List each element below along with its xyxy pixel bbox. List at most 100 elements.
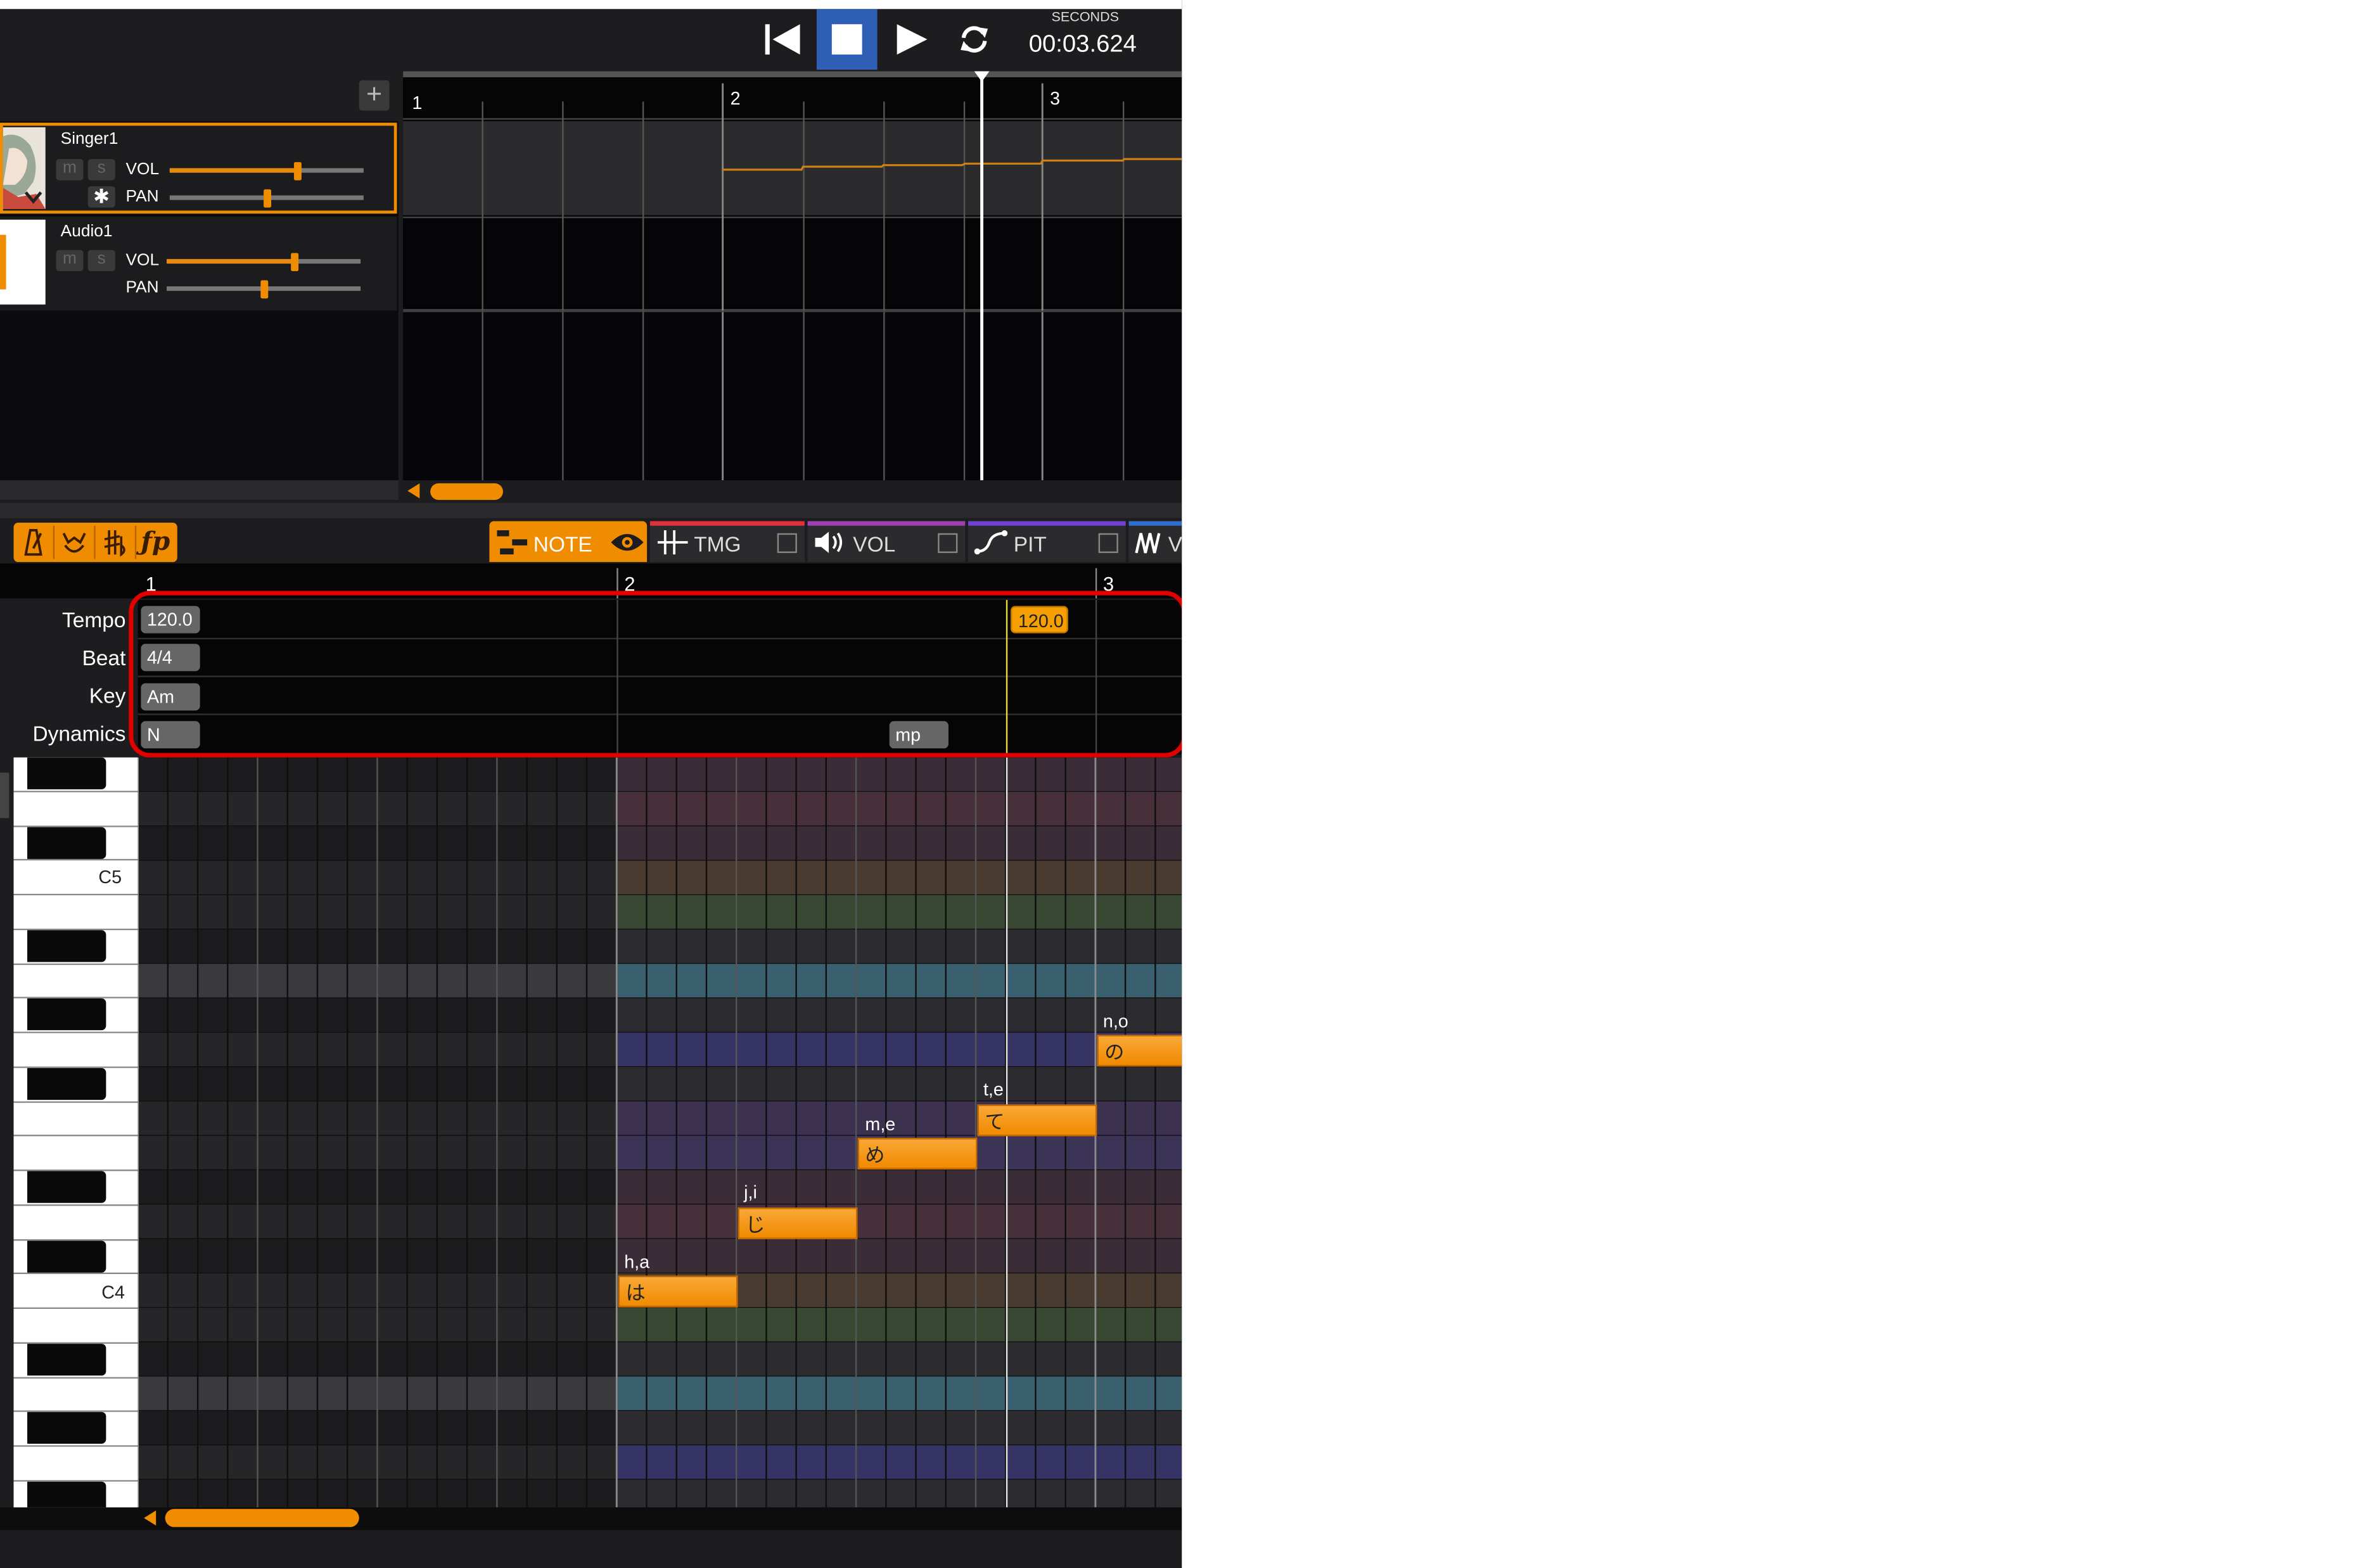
black-key[interactable] <box>27 1344 106 1376</box>
pane-divider[interactable] <box>0 502 1182 518</box>
play-icon[interactable] <box>895 23 929 56</box>
track-settings-icon[interactable]: ✱ <box>87 186 115 208</box>
tab-vol[interactable]: VOL <box>807 521 966 563</box>
tab-v[interactable]: V <box>1128 521 1182 563</box>
note-block[interactable]: め <box>857 1137 978 1170</box>
arrangement-view[interactable]: 1 2 3 <box>403 71 1182 481</box>
pan-label: PAN <box>125 188 159 207</box>
rewind-icon[interactable] <box>765 23 802 56</box>
note-block[interactable]: じ <box>738 1207 858 1240</box>
white-key[interactable] <box>13 1446 138 1482</box>
tab-tmg[interactable]: TMG <box>649 521 805 563</box>
piano-roll[interactable]: h,a は j,i じ m,e め t,e て n,o の <box>137 757 1182 1508</box>
screenshot-stage: SECONDS 00:03.624 + Singer1 m s ✱ VOL PA… <box>0 0 2365 1568</box>
overview-grid <box>403 83 1182 481</box>
time-display: 00:03.624 <box>1028 32 1137 58</box>
note-block[interactable]: て <box>977 1104 1097 1137</box>
scroll-left-icon[interactable] <box>144 1510 156 1526</box>
roll-scrollbar[interactable] <box>0 1507 1182 1531</box>
white-key[interactable] <box>13 1205 138 1240</box>
stop-icon <box>831 24 862 55</box>
playhead-marker-icon[interactable] <box>974 71 990 83</box>
stop-button[interactable] <box>816 9 878 70</box>
tab-pit[interactable]: PIT <box>968 521 1126 563</box>
top-strip <box>0 0 1182 10</box>
keyboard-side-handle[interactable] <box>0 772 10 819</box>
solo-button[interactable]: s <box>87 159 115 181</box>
scroll-left-icon[interactable] <box>407 483 420 499</box>
black-key[interactable] <box>27 930 106 962</box>
roll-row-in-scale <box>616 1101 1182 1136</box>
status-bar <box>0 1530 1182 1568</box>
time-unit-label: SECONDS <box>1051 9 1120 25</box>
beat-label: Beat <box>82 645 126 670</box>
phoneme-label: t,e <box>983 1078 1004 1100</box>
tab-note[interactable]: NOTE <box>489 521 648 563</box>
overview-playhead[interactable] <box>980 71 983 481</box>
roll-row-in-scale <box>616 1342 1182 1377</box>
eye-icon[interactable] <box>611 532 644 552</box>
track-audio1[interactable]: Audio1 m s VOL PAN <box>0 216 397 311</box>
chevron-down-icon[interactable] <box>24 191 42 205</box>
solo-button[interactable]: s <box>87 250 115 272</box>
vol-slider-fill <box>167 258 295 264</box>
black-key[interactable] <box>27 1171 106 1203</box>
timing-tab-icon <box>657 530 688 555</box>
dynamics-icon[interactable]: ƒp <box>141 523 174 562</box>
mute-button[interactable]: m <box>56 250 84 272</box>
piano-keyboard[interactable]: C5 C4 <box>13 757 138 1508</box>
roll-row-in-scale <box>616 929 1182 964</box>
white-key[interactable] <box>13 1309 138 1344</box>
roll-row-in-scale <box>616 998 1182 1033</box>
vol-slider-knob[interactable] <box>291 253 300 272</box>
singer-avatar[interactable] <box>3 127 46 209</box>
overview-scrollbar[interactable] <box>403 480 1182 503</box>
white-key[interactable] <box>13 1033 138 1068</box>
vol-label: VOL <box>125 251 160 270</box>
audio-track-color-bar <box>0 234 6 290</box>
black-key[interactable] <box>27 827 106 859</box>
black-key[interactable] <box>27 1068 106 1100</box>
roll-scroll-thumb[interactable] <box>165 1508 359 1527</box>
note-block[interactable]: は <box>618 1275 738 1308</box>
roll-row-in-scale <box>616 1170 1182 1205</box>
white-key[interactable] <box>13 895 138 930</box>
black-key[interactable] <box>27 1240 106 1273</box>
black-key[interactable] <box>27 998 106 1031</box>
vol-label: VOL <box>125 160 160 179</box>
roll-row-in-scale <box>616 1445 1182 1480</box>
key-label-c4: C4 <box>101 1282 125 1303</box>
conductor-icon[interactable] <box>59 527 89 558</box>
roll-row-in-scale <box>616 1308 1182 1342</box>
note-block[interactable]: の <box>1097 1035 1182 1067</box>
loop-icon[interactable] <box>957 23 991 56</box>
white-key[interactable] <box>13 1377 138 1413</box>
black-key[interactable] <box>27 1412 106 1444</box>
white-key[interactable] <box>13 1102 138 1137</box>
phoneme-label: j,i <box>744 1182 757 1203</box>
roll-row-in-scale <box>616 1067 1182 1102</box>
tab-pit-checkbox[interactable] <box>1098 533 1118 553</box>
white-key[interactable] <box>13 964 138 999</box>
key-signature-icon[interactable] <box>100 527 131 558</box>
tab-tmg-checkbox[interactable] <box>777 533 797 553</box>
track-singer1[interactable]: Singer1 m s ✱ VOL PAN <box>0 122 397 214</box>
white-key[interactable] <box>13 792 138 827</box>
vol-slider-knob[interactable] <box>295 162 302 181</box>
black-key[interactable] <box>27 757 106 789</box>
tab-vol-checkbox[interactable] <box>938 533 958 553</box>
add-track-button[interactable]: + <box>359 80 390 111</box>
pan-slider-knob[interactable] <box>264 189 272 208</box>
pan-slider-knob[interactable] <box>260 280 269 299</box>
metronome-icon[interactable] <box>18 527 49 558</box>
overview-scroll-thumb[interactable] <box>430 483 503 500</box>
transport-bar: SECONDS 00:03.624 <box>0 9 1182 72</box>
roll-row-in-scale <box>616 1411 1182 1446</box>
white-key[interactable] <box>13 1137 138 1171</box>
phoneme-label: n,o <box>1102 1010 1128 1032</box>
mute-button[interactable]: m <box>56 159 84 181</box>
roll-row-in-scale <box>616 1376 1182 1412</box>
roll-row-in-scale <box>616 791 1182 827</box>
black-key[interactable] <box>27 1481 106 1508</box>
track-name: Audio1 <box>60 222 113 241</box>
